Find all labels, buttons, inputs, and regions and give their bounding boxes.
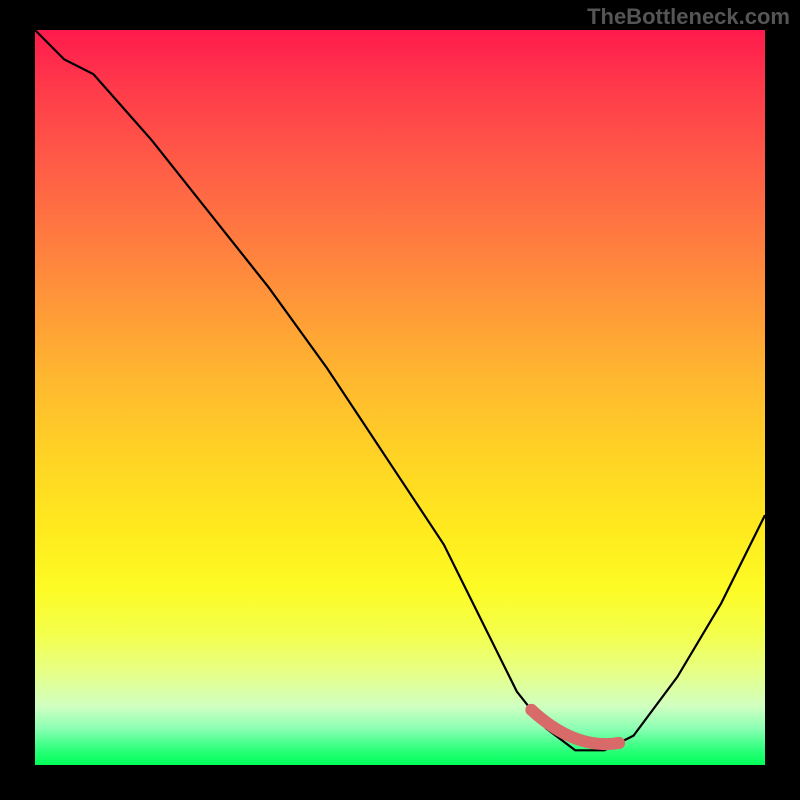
optimal-range-highlight xyxy=(531,710,619,744)
plot-area xyxy=(35,30,765,765)
highlight-start-dot xyxy=(525,704,537,716)
bottleneck-curve xyxy=(35,30,765,750)
chart-svg xyxy=(35,30,765,765)
watermark-text: TheBottleneck.com xyxy=(587,4,790,30)
highlight-end-dot xyxy=(613,737,625,749)
